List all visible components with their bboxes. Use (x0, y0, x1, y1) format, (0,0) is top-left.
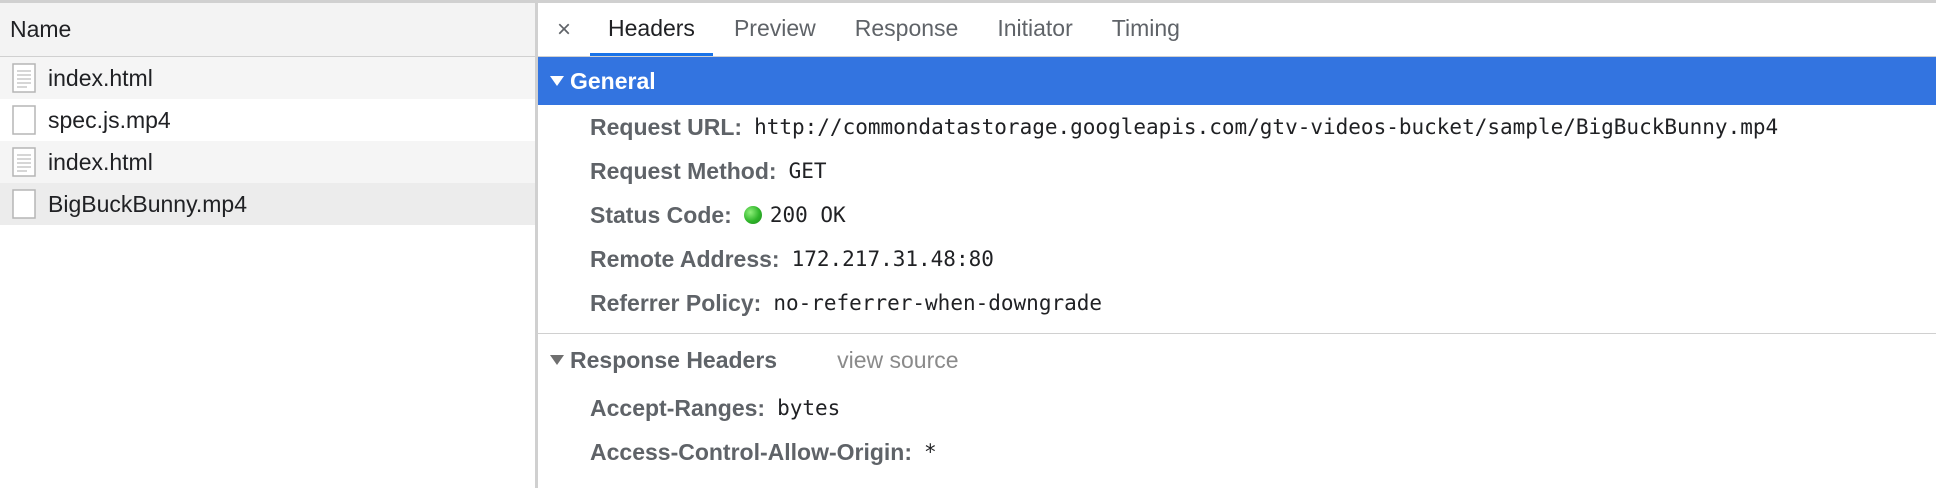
response-headers-title: Response Headers (570, 346, 778, 373)
blank-file-icon (12, 189, 36, 219)
header-key: Accept-Ranges: (590, 394, 766, 421)
header-value: 172.217.31.48:80 (791, 247, 994, 271)
request-name: index.html (48, 148, 153, 175)
name-column-label: Name (10, 16, 72, 42)
request-details: × Headers Preview Response Initiator Tim… (538, 3, 1936, 488)
header-row-request-url: Request URL: http://commondatastorage.go… (538, 105, 1936, 149)
tab-headers[interactable]: Headers (590, 3, 713, 56)
header-key: Access-Control-Allow-Origin: (590, 438, 913, 465)
request-name: BigBuckBunny.mp4 (48, 190, 248, 217)
name-column-header[interactable]: Name (0, 3, 535, 57)
request-row[interactable]: spec.js.mp4 (0, 99, 535, 141)
header-row-access-control-allow-origin: Access-Control-Allow-Origin: * (538, 430, 1936, 474)
header-key: Request URL: (590, 113, 743, 140)
general-section-header[interactable]: General (538, 57, 1936, 105)
header-key: Remote Address: (590, 245, 780, 272)
header-row-request-method: Request Method: GET (538, 149, 1936, 193)
status-ok-icon (743, 206, 762, 224)
request-name: index.html (48, 64, 153, 91)
header-value: 200 OK (769, 203, 846, 227)
request-row[interactable]: index.html (0, 57, 535, 99)
header-row-referrer-policy: Referrer Policy: no-referrer-when-downgr… (538, 281, 1936, 325)
header-value: GET (788, 159, 827, 183)
header-key: Status Code: (590, 201, 732, 228)
tab-initiator[interactable]: Initiator (979, 3, 1090, 56)
view-source-link[interactable]: view source (837, 347, 958, 374)
header-value: bytes (777, 396, 841, 420)
request-row-selected[interactable]: BigBuckBunny.mp4 (0, 183, 535, 225)
collapse-triangle-icon (550, 355, 564, 365)
collapse-triangle-icon (550, 76, 564, 86)
header-key: Request Method: (590, 157, 777, 184)
tab-preview[interactable]: Preview (716, 3, 834, 56)
header-row-remote-address: Remote Address: 172.217.31.48:80 (538, 237, 1936, 281)
general-section-title: General (570, 67, 656, 94)
header-value: no-referrer-when-downgrade (773, 291, 1103, 315)
header-row-accept-ranges: Accept-Ranges: bytes (538, 386, 1936, 430)
devtools-network-panel: Name index.html spec.js.mp4 index.html B… (0, 0, 1936, 488)
close-icon[interactable]: × (538, 3, 590, 56)
request-name: spec.js.mp4 (48, 106, 171, 133)
document-icon (12, 147, 36, 177)
header-value: http://commondatastorage.googleapis.com/… (754, 115, 1779, 139)
general-section-body: Request URL: http://commondatastorage.go… (538, 105, 1936, 325)
tab-response[interactable]: Response (837, 3, 977, 56)
response-headers-section-header[interactable]: Response Headers view source (538, 334, 1936, 386)
tab-timing[interactable]: Timing (1094, 3, 1198, 56)
request-list: Name index.html spec.js.mp4 index.html B… (0, 3, 538, 488)
header-row-status-code: Status Code: 200 OK (538, 193, 1936, 237)
blank-file-icon (12, 105, 36, 135)
request-row[interactable]: index.html (0, 141, 535, 183)
header-key: Referrer Policy: (590, 289, 762, 316)
document-icon (12, 63, 36, 93)
detail-tabbar: × Headers Preview Response Initiator Tim… (538, 3, 1936, 57)
header-value: * (924, 440, 937, 464)
